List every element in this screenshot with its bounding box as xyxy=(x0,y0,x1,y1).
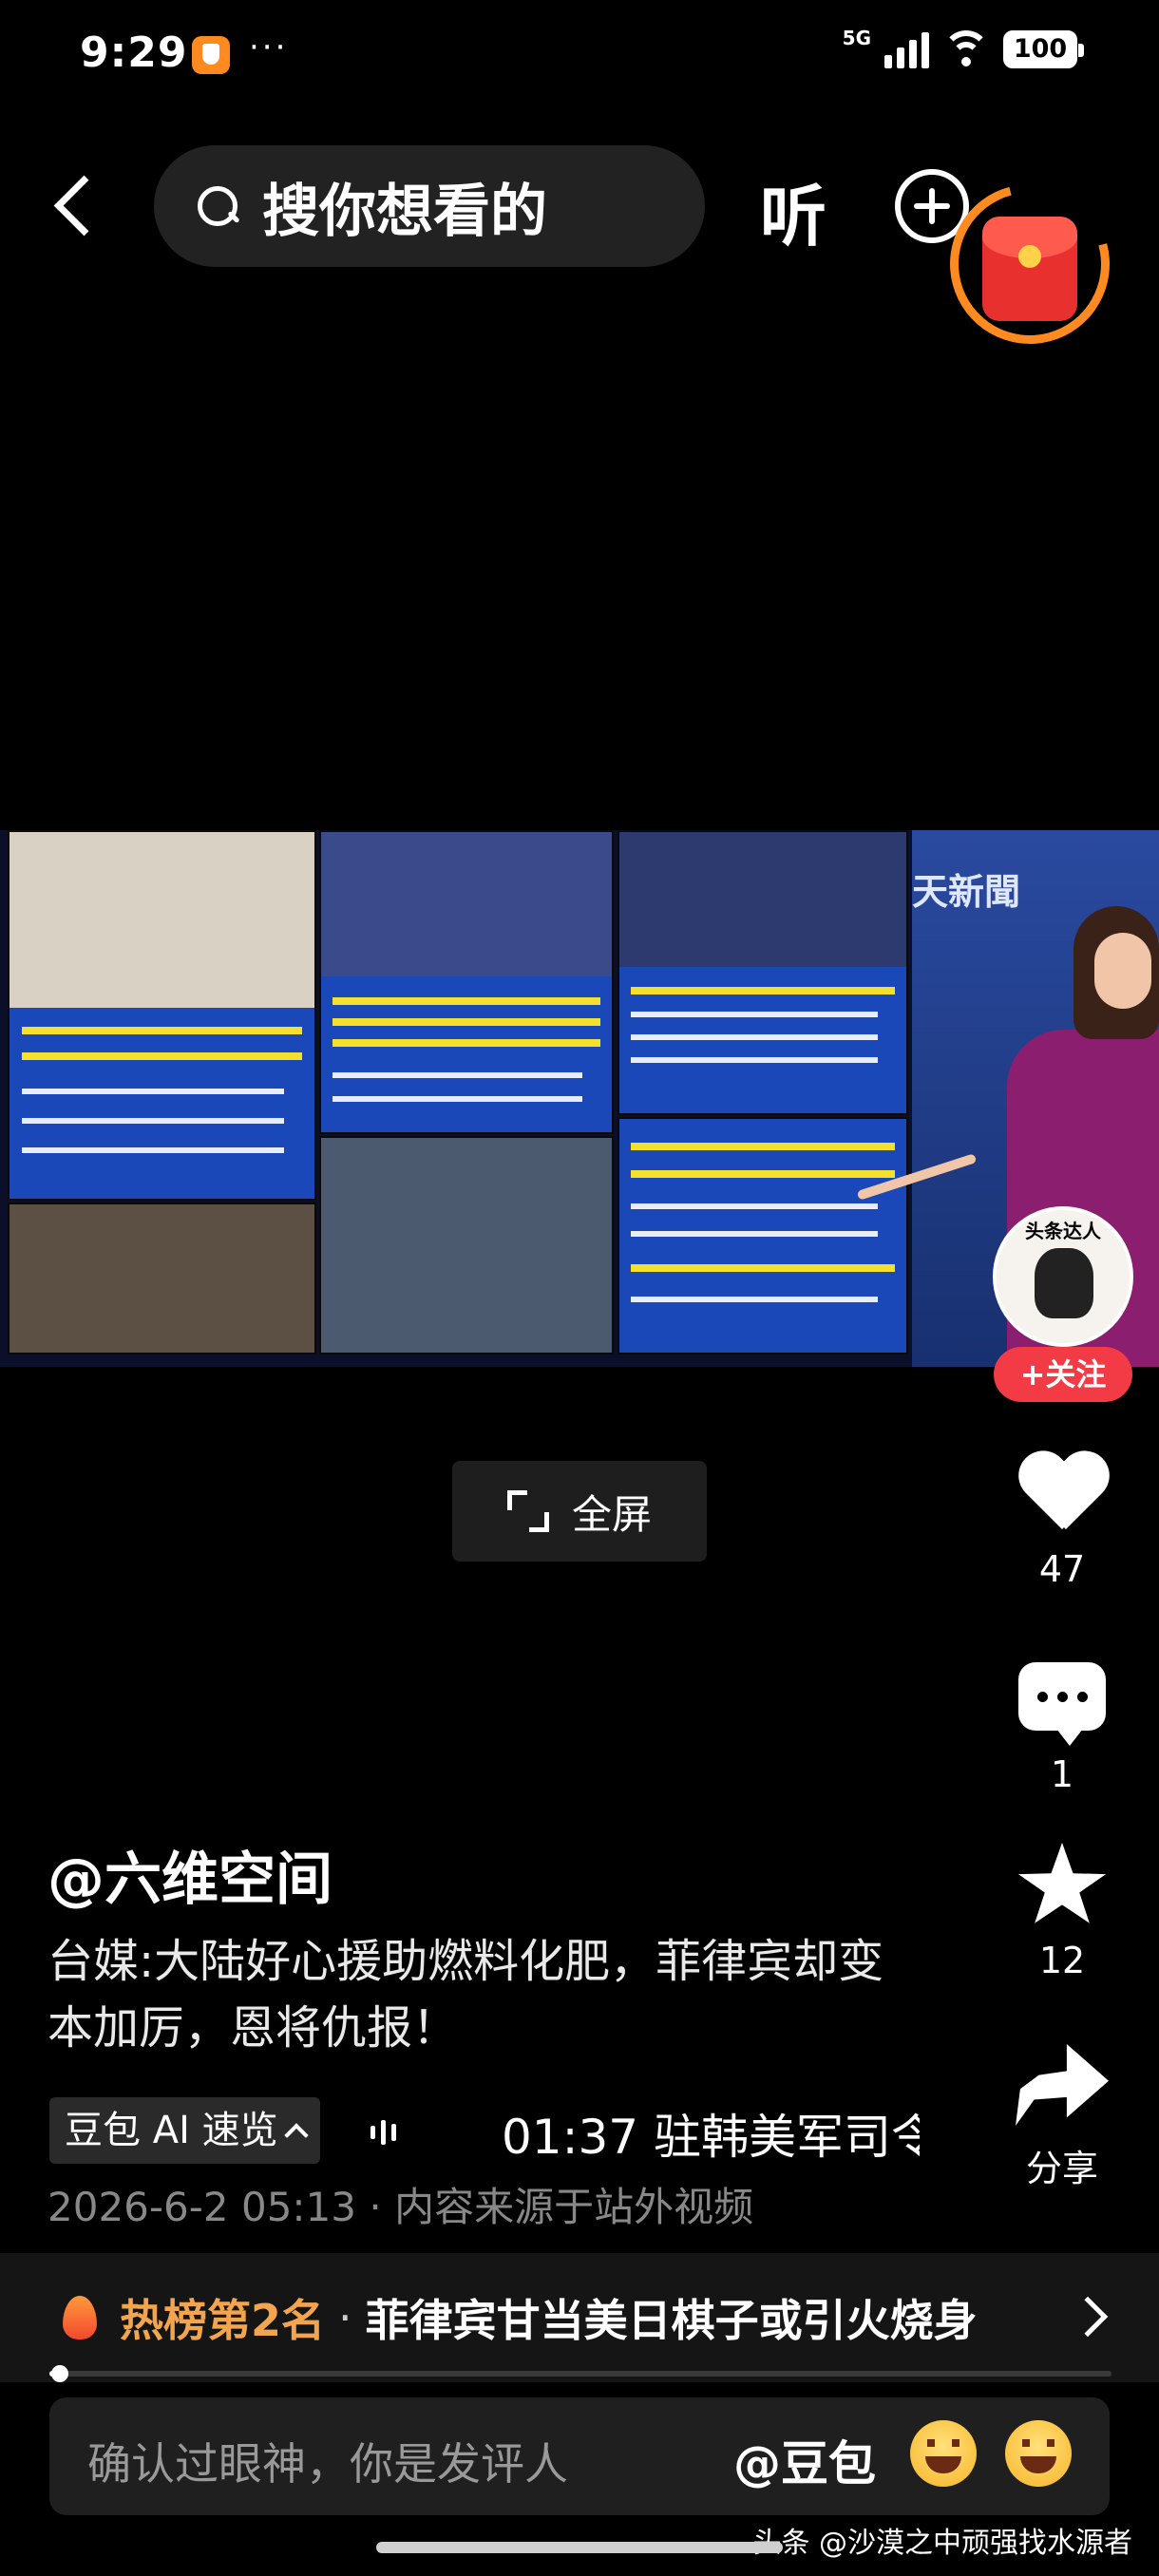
share-label: 分享 xyxy=(1025,2148,1098,2189)
source-watermark: 头条 @沙漠之中顽强找水源者 xyxy=(752,2527,1132,2560)
follow-button[interactable]: +关注 xyxy=(994,1347,1132,1402)
like-count: 47 xyxy=(1038,1548,1086,1590)
mention-doubao-button[interactable]: @豆包 xyxy=(733,2426,876,2494)
video-panel xyxy=(319,830,614,1134)
fullscreen-label: 全屏 xyxy=(571,1490,652,1538)
comment-placeholder: 确认过眼神，你是发评人 xyxy=(87,2438,568,2490)
home-indicator[interactable] xyxy=(376,2542,783,2553)
video-panel xyxy=(618,1117,908,1354)
expand-icon xyxy=(506,1490,549,1532)
battery-indicator: 100 xyxy=(1003,30,1084,68)
search-placeholder: 搜你想看的 xyxy=(262,178,547,245)
comment-icon[interactable] xyxy=(1018,1662,1106,1746)
comment-input[interactable]: 确认过眼神，你是发评人 @豆包 xyxy=(49,2397,1110,2515)
video-panel xyxy=(8,830,316,1201)
video-panel xyxy=(319,1136,614,1354)
ai-summary-label: 豆包 AI 速览 xyxy=(65,2109,278,2152)
author-name[interactable]: @六维空间 xyxy=(48,1833,332,1916)
favorite-count: 12 xyxy=(1038,1940,1086,1981)
star-icon[interactable] xyxy=(1017,1843,1107,1923)
fullscreen-button[interactable]: 全屏 xyxy=(452,1461,707,1562)
hot-separator: · xyxy=(338,2292,352,2343)
video-panel xyxy=(8,1203,316,1354)
ai-summary-subtitle: 01:37 驻韩美军司令 xyxy=(502,2110,920,2165)
share-icon[interactable] xyxy=(1016,2044,1109,2126)
laugh-emoji-icon[interactable] xyxy=(1005,2420,1072,2487)
wifi-icon xyxy=(942,30,990,68)
video-progress-bar[interactable] xyxy=(49,2371,1112,2377)
chevron-right-icon xyxy=(1067,2296,1109,2338)
back-button[interactable] xyxy=(46,169,112,245)
progress-knob[interactable] xyxy=(51,2365,68,2382)
comment-action[interactable]: 1 xyxy=(998,1662,1127,1795)
post-title[interactable]: 台媒:大陆好心援助燃料化肥，菲律宾却变本加厉，恩将仇报！ xyxy=(48,1928,922,2061)
hot-rank: 热榜第2名 xyxy=(120,2295,326,2346)
share-action[interactable]: 分享 xyxy=(998,2044,1127,2191)
red-packet-icon[interactable] xyxy=(982,217,1077,321)
signal-icon xyxy=(884,30,929,68)
app-notification-icon xyxy=(192,36,230,74)
search-icon xyxy=(194,182,241,230)
studio-watermark: 天新聞 xyxy=(912,871,1021,913)
video-panel xyxy=(618,830,908,1115)
status-time: 9:29 xyxy=(80,28,188,77)
avatar-badge-text: 头条达人 xyxy=(1025,1220,1101,1242)
hot-topic: 菲律宾甘当美日棋子或引火烧身 xyxy=(365,2295,978,2346)
favorite-action[interactable]: 12 xyxy=(998,1843,1127,1981)
more-notifications-icon: ··· xyxy=(249,28,289,66)
author-avatar[interactable]: 头条达人 xyxy=(993,1206,1133,1347)
network-type: 5G xyxy=(842,27,871,49)
post-meta: 2026-6-2 05:13 · 内容来源于站外视频 xyxy=(48,2184,754,2230)
grin-emoji-icon[interactable] xyxy=(910,2420,977,2487)
status-indicators: 5G 100 xyxy=(842,27,1084,68)
fire-icon xyxy=(63,2296,97,2339)
video-player[interactable]: 天新聞 xyxy=(0,830,1159,1367)
like-action[interactable]: 47 xyxy=(998,1453,1127,1590)
heart-icon[interactable] xyxy=(1016,1453,1108,1539)
chevron-up-icon xyxy=(283,2123,309,2148)
search-bar[interactable]: 搜你想看的 xyxy=(154,145,705,267)
comment-count: 1 xyxy=(1050,1753,1074,1795)
audio-wave-icon xyxy=(370,2116,396,2149)
ai-summary-button[interactable]: 豆包 AI 速览 xyxy=(49,2097,320,2164)
hot-list-banner[interactable]: 热榜第2名 · 菲律宾甘当美日棋子或引火烧身 xyxy=(0,2253,1159,2382)
listen-button[interactable]: 听 xyxy=(760,163,826,259)
video-tv-screen xyxy=(0,830,912,1367)
